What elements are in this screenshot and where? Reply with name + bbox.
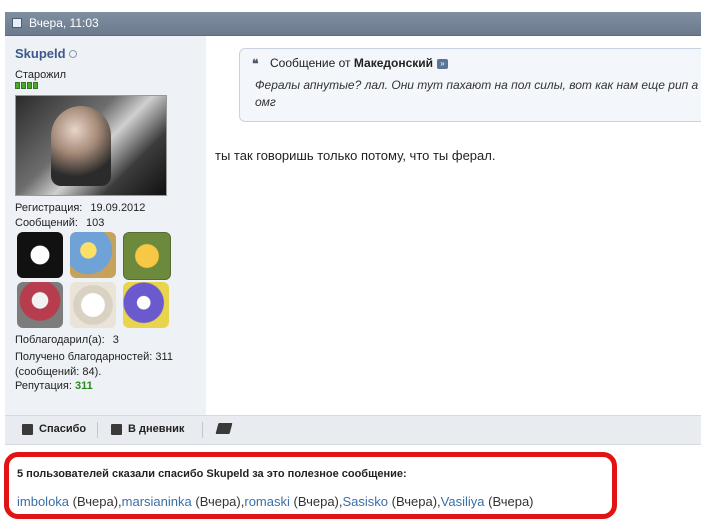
thanks-button[interactable]: Спасибо	[22, 423, 86, 435]
diary-button[interactable]: В дневник	[111, 423, 184, 435]
post-message: ты так говоришь только потому, что ты фе…	[215, 148, 496, 163]
thanks-box: 5 пользователей сказали спасибо Skupeld …	[4, 452, 617, 519]
thanks-icon	[22, 423, 33, 435]
registration-value: 19.09.2012	[90, 202, 146, 214]
owl-award-icon[interactable]	[70, 282, 116, 328]
quote-reply-button[interactable]	[215, 423, 233, 434]
thanks-user-list: imboloka (Вчера),marsianinka (Вчера),rom…	[17, 494, 534, 509]
thanks-user-time: (Вчера)	[293, 494, 339, 509]
reputation-label: Репутация:	[15, 380, 72, 392]
thanks-user-time: (Вчера)	[72, 494, 119, 509]
gimp-award-icon[interactable]	[123, 232, 171, 280]
thanks-user-link[interactable]: imboloka	[17, 494, 69, 509]
user-info-panel: Skupeld Старожил Регистрация: 19.09.2012 …	[5, 36, 207, 415]
post-status-icon	[12, 18, 22, 28]
post-actions-bar: Спасибо В дневник	[5, 415, 701, 445]
quote-icon: ❝	[252, 57, 259, 71]
thanked-label: Поблагодарил(а):	[15, 334, 105, 346]
thanks-user-link[interactable]: marsianinka	[122, 494, 192, 509]
post-header: Вчера, 11:03	[5, 12, 701, 36]
thanks-received-row: Получено благодарностей: 311 (сообщений:…	[15, 351, 173, 378]
action-separator	[202, 422, 203, 438]
quote-header-prefix: Сообщение от	[270, 56, 351, 70]
crown-award-icon[interactable]	[17, 282, 63, 328]
thanks-user-link[interactable]: romaski	[244, 494, 290, 509]
posts-value: 103	[85, 217, 105, 229]
posts-label: Сообщений:	[15, 217, 78, 229]
thanks-user-link[interactable]: Vasiliya	[441, 494, 485, 509]
thanks-box-title: 5 пользователей сказали спасибо Skupeld …	[17, 468, 407, 480]
thanked-value: 3	[112, 334, 119, 346]
quote-header: Сообщение от Македонский»	[270, 56, 449, 70]
quote-reply-icon	[215, 423, 233, 434]
thanks-button-label: Спасибо	[39, 423, 87, 435]
skull-award-icon[interactable]	[17, 232, 63, 278]
registration-row: Регистрация: 19.09.2012	[15, 202, 145, 214]
thanks-user-time: (Вчера)	[195, 494, 241, 509]
user-title: Старожил	[15, 69, 67, 81]
username-link[interactable]: Skupeld	[15, 46, 66, 61]
user-avatar[interactable]	[15, 95, 167, 196]
thanked-row: Поблагодарил(а): 3	[15, 334, 119, 346]
quote-author: Македонский	[353, 56, 434, 70]
diary-button-label: В дневник	[128, 423, 185, 435]
quote-block: ❝ Сообщение от Македонский» Фералы апнут…	[239, 48, 701, 122]
view-post-icon[interactable]: »	[437, 58, 449, 69]
reputation-row: Репутация: 311	[15, 380, 93, 392]
thanks-user-time: (Вчера)	[488, 494, 534, 509]
offline-status-icon	[69, 50, 77, 58]
wizard-award-icon[interactable]	[123, 282, 169, 328]
action-separator	[97, 422, 98, 438]
globe-star-award-icon[interactable]	[70, 232, 116, 278]
diary-icon	[111, 423, 122, 435]
quote-text: Фералы апнутые? лал. Они тут пахают на п…	[255, 78, 699, 109]
reputation-bar	[15, 82, 38, 89]
post-content: ❝ Сообщение от Македонский» Фералы апнут…	[206, 36, 701, 415]
reputation-value: 311	[74, 380, 93, 392]
registration-label: Регистрация:	[15, 202, 83, 214]
post-date: Вчера, 11:03	[29, 16, 99, 30]
posts-row: Сообщений: 103	[15, 217, 104, 229]
thanks-user-time: (Вчера)	[391, 494, 438, 509]
thanks-user-link[interactable]: Sasisko	[343, 494, 389, 509]
